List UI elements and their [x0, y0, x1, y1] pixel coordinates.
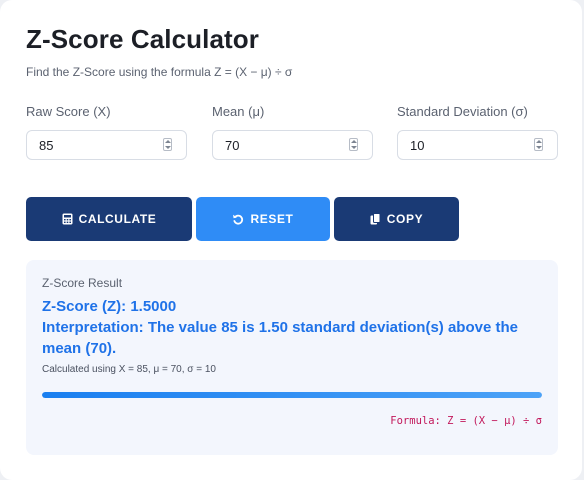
copy-button[interactable]: COPY: [334, 197, 459, 241]
spin-down-arrow-icon: [165, 146, 171, 149]
result-panel: Z-Score Result Z-Score (Z): 1.5000 Inter…: [26, 260, 558, 455]
raw-score-field: Raw Score (X): [26, 104, 187, 160]
mean-spinner-icon[interactable]: [349, 138, 358, 151]
std-dev-box: [397, 130, 558, 160]
raw-score-label: Raw Score (X): [26, 104, 111, 119]
raw-score-spinner-icon[interactable]: [163, 138, 172, 151]
mean-label: Mean (μ): [212, 104, 265, 119]
progress-track: [42, 392, 542, 398]
copy-label: COPY: [386, 212, 424, 226]
std-dev-input[interactable]: [398, 131, 540, 159]
calculator-card: Z-Score Calculator Find the Z-Score usin…: [0, 0, 582, 480]
result-summary: Z-Score (Z): 1.5000 Interpretation: The …: [42, 296, 532, 359]
undo-icon: [233, 214, 244, 225]
spin-up-arrow-icon: [536, 140, 542, 143]
calculation-note: Calculated using X = 85, μ = 70, σ = 10: [42, 364, 216, 375]
raw-score-box: [26, 130, 187, 160]
calculator-icon: [62, 213, 73, 225]
spin-up-arrow-icon: [165, 140, 171, 143]
calculate-button[interactable]: CALCULATE: [26, 197, 192, 241]
spin-down-arrow-icon: [536, 146, 542, 149]
spin-up-arrow-icon: [351, 140, 357, 143]
mean-box: [212, 130, 373, 160]
std-dev-field: Standard Deviation (σ): [397, 104, 558, 160]
reset-button[interactable]: RESET: [196, 197, 330, 241]
formula-text: Formula: Z = (X − μ) ÷ σ: [390, 415, 542, 427]
calculate-label: CALCULATE: [78, 212, 157, 226]
result-heading: Z-Score Result: [42, 276, 123, 290]
std-dev-label: Standard Deviation (σ): [397, 104, 528, 119]
raw-score-input[interactable]: [27, 131, 169, 159]
progress-fill: [42, 392, 542, 398]
copy-icon: [370, 213, 381, 225]
std-dev-spinner-icon[interactable]: [534, 138, 543, 151]
page-subtitle: Find the Z-Score using the formula Z = (…: [26, 65, 293, 79]
reset-label: RESET: [250, 212, 294, 226]
spin-down-arrow-icon: [351, 146, 357, 149]
zscore-value: Z-Score (Z): 1.5000: [42, 298, 177, 315]
mean-field: Mean (μ): [212, 104, 373, 160]
mean-input[interactable]: [213, 131, 355, 159]
interpretation-text: Interpretation: The value 85 is 1.50 sta…: [42, 319, 518, 357]
page-title: Z-Score Calculator: [26, 24, 259, 54]
